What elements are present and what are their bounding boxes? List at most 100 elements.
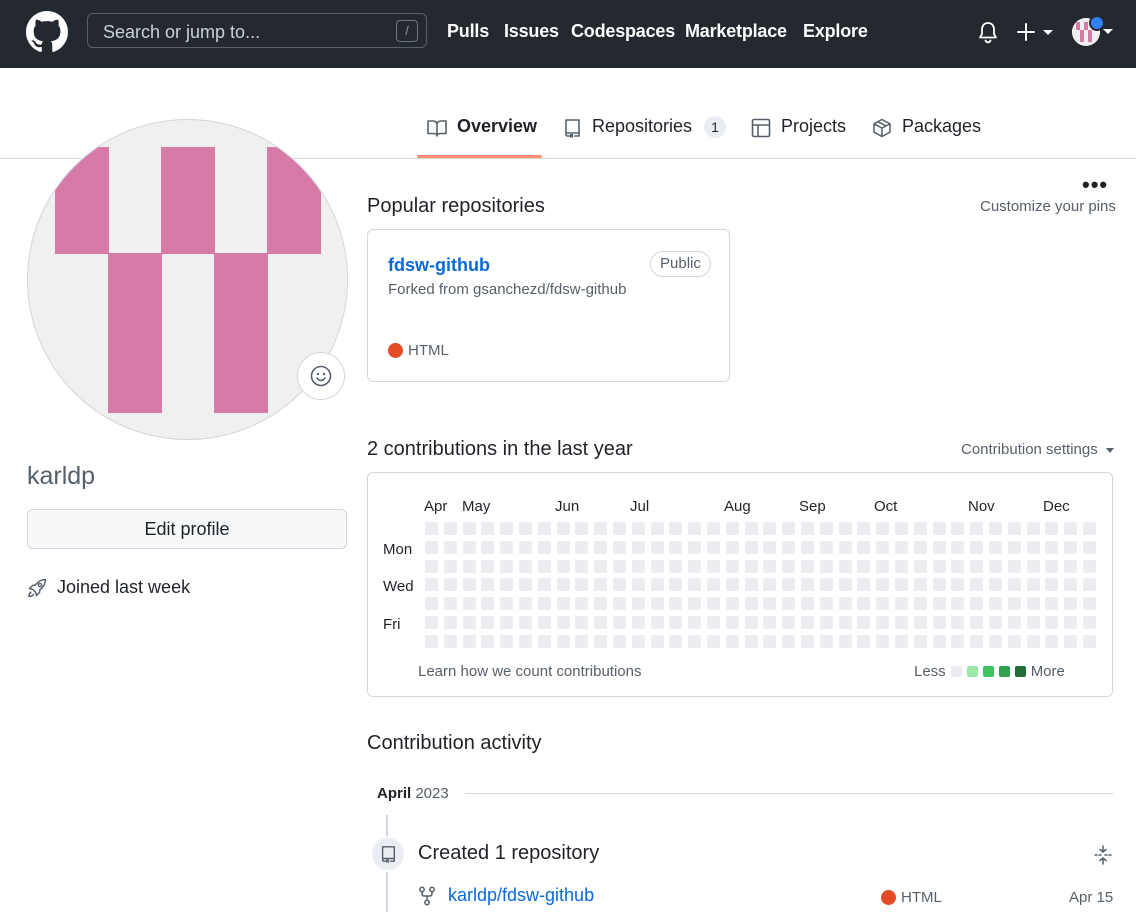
contribution-day-cell[interactable]: [1045, 634, 1059, 648]
contribution-day-cell[interactable]: [1083, 578, 1096, 592]
nav-pulls[interactable]: Pulls: [447, 21, 489, 42]
contribution-day-cell[interactable]: [500, 616, 514, 629]
nav-marketplace[interactable]: Marketplace: [685, 21, 787, 42]
contribution-day-cell[interactable]: [989, 559, 1002, 573]
contribution-day-cell[interactable]: [537, 559, 551, 573]
contribution-day-cell[interactable]: [819, 559, 833, 573]
contribution-day-cell[interactable]: [782, 597, 796, 611]
contribution-day-cell[interactable]: [481, 540, 495, 554]
contribution-day-cell[interactable]: [1045, 540, 1059, 554]
contribution-day-cell[interactable]: [537, 597, 551, 611]
contribution-day-cell[interactable]: [951, 522, 965, 535]
contribution-day-cell[interactable]: [537, 634, 551, 648]
contribution-day-cell[interactable]: [575, 522, 589, 535]
contribution-day-cell[interactable]: [556, 559, 570, 573]
contribution-day-cell[interactable]: [631, 559, 645, 573]
activity-repo-link[interactable]: karldp/fdsw-github: [448, 885, 594, 906]
contribution-day-cell[interactable]: [613, 597, 626, 611]
contribution-day-cell[interactable]: [838, 559, 852, 573]
contribution-day-cell[interactable]: [725, 578, 739, 592]
contribution-day-cell[interactable]: [462, 559, 476, 573]
contribution-day-cell[interactable]: [857, 578, 871, 592]
contribution-day-cell[interactable]: [1045, 522, 1059, 535]
contribution-day-cell[interactable]: [970, 540, 984, 554]
contribution-day-cell[interactable]: [688, 634, 702, 648]
create-new-plus-icon[interactable]: [1016, 18, 1056, 46]
contribution-day-cell[interactable]: [989, 597, 1002, 611]
contribution-day-cell[interactable]: [989, 522, 1002, 535]
contribution-day-cell[interactable]: [443, 578, 457, 592]
contribution-day-cell[interactable]: [857, 634, 871, 648]
contribution-day-cell[interactable]: [801, 578, 814, 592]
pinned-repo-link[interactable]: fdsw-github: [388, 255, 490, 276]
contribution-day-cell[interactable]: [989, 616, 1002, 629]
contribution-day-cell[interactable]: [1007, 578, 1021, 592]
contribution-day-cell[interactable]: [707, 597, 720, 611]
contribution-day-cell[interactable]: [688, 540, 702, 554]
notifications-bell-icon[interactable]: [976, 20, 1000, 46]
contribution-day-cell[interactable]: [895, 634, 908, 648]
contribution-day-cell[interactable]: [443, 616, 457, 629]
contribution-day-cell[interactable]: [876, 559, 890, 573]
contribution-day-cell[interactable]: [1026, 559, 1040, 573]
contribution-day-cell[interactable]: [556, 634, 570, 648]
contribution-day-cell[interactable]: [951, 616, 965, 629]
contribution-day-cell[interactable]: [650, 559, 664, 573]
contribution-day-cell[interactable]: [556, 597, 570, 611]
contribution-day-cell[interactable]: [932, 597, 946, 611]
contribution-day-cell[interactable]: [744, 522, 758, 535]
contribution-day-cell[interactable]: [425, 616, 438, 629]
contribution-day-cell[interactable]: [650, 616, 664, 629]
contribution-day-cell[interactable]: [895, 597, 908, 611]
contribution-day-cell[interactable]: [575, 540, 589, 554]
tab-overview[interactable]: Overview: [427, 116, 537, 159]
contribution-day-cell[interactable]: [613, 559, 626, 573]
contribution-day-cell[interactable]: [763, 540, 777, 554]
contribution-day-cell[interactable]: [688, 522, 702, 535]
contribution-day-cell[interactable]: [443, 597, 457, 611]
contribution-day-cell[interactable]: [481, 522, 495, 535]
contribution-day-cell[interactable]: [989, 540, 1002, 554]
contribution-day-cell[interactable]: [763, 559, 777, 573]
contribution-day-cell[interactable]: [556, 578, 570, 592]
contribution-day-cell[interactable]: [913, 578, 927, 592]
contribution-day-cell[interactable]: [1007, 616, 1021, 629]
contribution-day-cell[interactable]: [669, 578, 683, 592]
contribution-day-cell[interactable]: [669, 559, 683, 573]
nav-issues[interactable]: Issues: [504, 21, 559, 42]
customize-pins-link[interactable]: Customize your pins: [980, 198, 1116, 215]
contribution-day-cell[interactable]: [913, 559, 927, 573]
contribution-day-cell[interactable]: [838, 578, 852, 592]
profile-avatar[interactable]: [27, 119, 348, 440]
search-input[interactable]: Search or jump to... /: [87, 13, 427, 48]
contribution-day-cell[interactable]: [744, 540, 758, 554]
contribution-day-cell[interactable]: [1064, 597, 1078, 611]
contribution-day-cell[interactable]: [913, 540, 927, 554]
contribution-day-cell[interactable]: [1026, 616, 1040, 629]
contribution-day-cell[interactable]: [613, 522, 626, 535]
contribution-day-cell[interactable]: [1007, 597, 1021, 611]
contribution-day-cell[interactable]: [1083, 522, 1096, 535]
contribution-day-cell[interactable]: [669, 597, 683, 611]
contribution-day-cell[interactable]: [1007, 522, 1021, 535]
contribution-day-cell[interactable]: [594, 634, 608, 648]
contribution-day-cell[interactable]: [519, 522, 532, 535]
contribution-day-cell[interactable]: [650, 597, 664, 611]
contribution-day-cell[interactable]: [707, 559, 720, 573]
contribution-day-cell[interactable]: [763, 634, 777, 648]
contribution-day-cell[interactable]: [425, 578, 438, 592]
contribution-day-cell[interactable]: [688, 578, 702, 592]
contribution-settings-dropdown[interactable]: Contribution settings: [961, 441, 1114, 458]
contribution-day-cell[interactable]: [594, 578, 608, 592]
contribution-day-cell[interactable]: [1083, 634, 1096, 648]
contribution-day-cell[interactable]: [556, 616, 570, 629]
contribution-day-cell[interactable]: [631, 578, 645, 592]
contribution-day-cell[interactable]: [951, 578, 965, 592]
contribution-day-cell[interactable]: [725, 559, 739, 573]
contribution-day-cell[interactable]: [1083, 616, 1096, 629]
contribution-day-cell[interactable]: [763, 597, 777, 611]
contribution-day-cell[interactable]: [443, 634, 457, 648]
contribution-day-cell[interactable]: [913, 616, 927, 629]
contribution-day-cell[interactable]: [970, 616, 984, 629]
contribution-day-cell[interactable]: [895, 578, 908, 592]
